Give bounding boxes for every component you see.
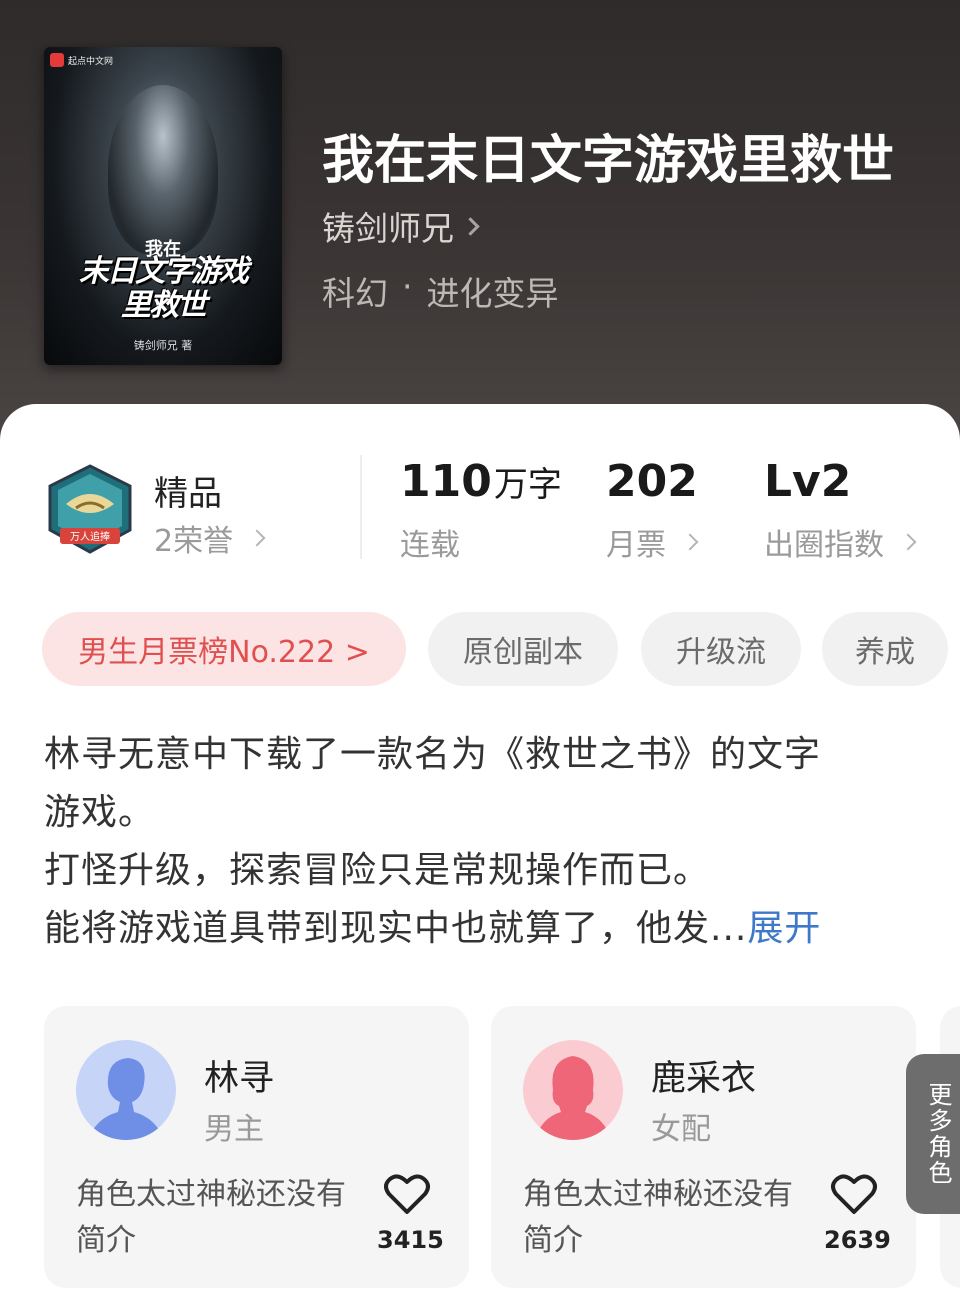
genre-line: 科幻 · 进化变异 [322, 267, 559, 315]
cover-figure-art [108, 85, 218, 255]
tag-chip[interactable]: 养成 [822, 612, 948, 686]
synopsis-line: 林寻无意中下载了一款名为《救世之书》的文字 [44, 734, 822, 775]
subgenre[interactable]: 进化变异 [427, 267, 559, 315]
book-title: 我在末日文字游戏里救世 [322, 130, 895, 191]
cover-author: 铸剑师兄 著 [133, 339, 193, 352]
avatar [523, 1040, 623, 1140]
rank-chip[interactable]: 男生月票榜No.222 > [42, 612, 406, 686]
status-label: 连载 [400, 528, 460, 563]
like-button[interactable]: 2639 [824, 1172, 891, 1254]
character-description: 角色太过神秘还没有简介 [523, 1177, 793, 1258]
chevron-right-icon [248, 529, 266, 547]
character-card[interactable]: 鹿采衣 女配 角色太过神秘还没有简介 2639 [491, 1006, 916, 1288]
author-name: 铸剑师兄 [322, 209, 454, 248]
like-count: 3415 [377, 1226, 444, 1254]
cover-big-title: 末日文字游戏 里救世 [79, 254, 249, 323]
stats-divider [360, 455, 362, 559]
tag-chip[interactable]: 升级流 [641, 612, 801, 686]
chevron-right-icon [681, 533, 699, 551]
honors-link[interactable]: 2荣誉 [154, 516, 266, 560]
word-count: 110万字 [400, 456, 562, 507]
character-name: 鹿采衣 [651, 1059, 757, 1099]
tag-chip[interactable]: 原创副本 [428, 612, 618, 686]
quality-badge-icon[interactable]: 万人追捧 [46, 464, 134, 556]
character-name: 林寻 [204, 1059, 275, 1099]
like-count: 2639 [824, 1226, 891, 1254]
expand-link[interactable]: 展开 [747, 908, 821, 949]
character-card[interactable]: 林寻 男主 角色太过神秘还没有简介 3415 [44, 1006, 469, 1288]
synopsis-line: 打怪升级，探索冒险只是常规操作而已。 [44, 850, 711, 891]
influence-level: Lv2 [764, 456, 852, 507]
character-role: 男主 [204, 1112, 264, 1147]
heart-icon [384, 1174, 430, 1214]
honors-text: 2荣誉 [154, 524, 234, 559]
synopsis[interactable]: 林寻无意中下载了一款名为《救世之书》的文字 游戏。 打怪升级，探索冒险只是常规操… [44, 726, 904, 958]
author-link[interactable]: 铸剑师兄 [322, 202, 480, 250]
avatar [76, 1040, 176, 1140]
badge-ribbon-text: 万人追捧 [70, 530, 110, 543]
synopsis-line: 游戏。 [44, 792, 156, 833]
like-button[interactable]: 3415 [377, 1172, 444, 1254]
synopsis-line: 能将游戏道具带到现实中也就算了，他发...展开 [44, 908, 822, 949]
chevron-right-icon [899, 533, 917, 551]
heart-icon [831, 1174, 877, 1214]
cover-brand: 起点中文网 [50, 53, 113, 67]
chevron-right-icon [461, 216, 480, 236]
more-roles-button[interactable]: 更多角色 [906, 1054, 960, 1214]
genre[interactable]: 科幻 [322, 267, 388, 315]
book-cover[interactable]: 起点中文网 我在 末日文字游戏 里救世 铸剑师兄 著 [44, 47, 282, 365]
quality-label: 精品 [154, 474, 222, 514]
character-role: 女配 [651, 1112, 711, 1147]
monthly-tickets-count: 202 [606, 456, 698, 507]
brand-logo-icon [50, 53, 64, 67]
genre-separator: · [402, 267, 413, 306]
character-description: 角色太过神秘还没有简介 [76, 1177, 346, 1258]
monthly-tickets-link[interactable]: 月票 [606, 520, 699, 564]
influence-link[interactable]: 出圈指数 [764, 520, 917, 564]
